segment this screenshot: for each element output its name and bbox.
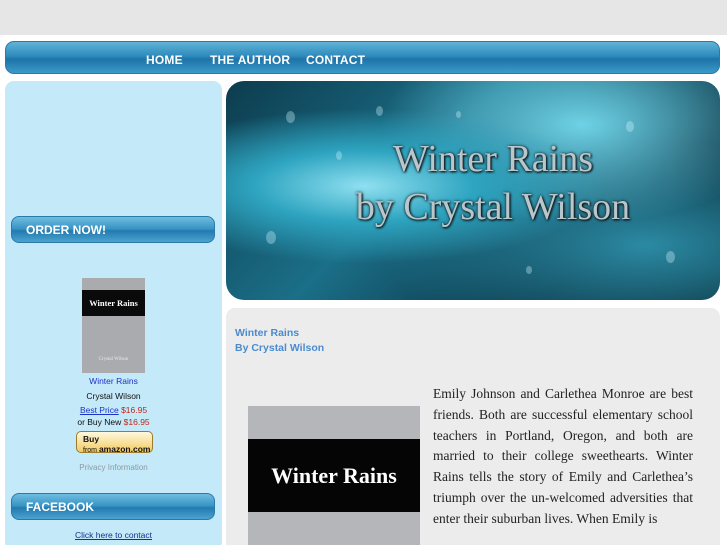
contact-link[interactable]: Click here to contact xyxy=(5,530,222,540)
amazon-button-buy: Buy xyxy=(83,434,100,444)
raindrop xyxy=(666,251,675,263)
sidebar-book-cover-title: Winter Rains xyxy=(82,290,145,316)
book-description: Emily Johnson and Carlethea Monroe are b… xyxy=(433,386,693,526)
top-navigation: HOME THE AUTHOR CONTACT xyxy=(5,41,720,74)
product-author: Crystal Wilson xyxy=(86,391,141,401)
privacy-information-link[interactable]: Privacy Information xyxy=(5,463,222,472)
order-now-header: ORDER NOW! xyxy=(11,216,215,243)
sidebar-book-cover[interactable]: Winter Rains Crystal Wilson xyxy=(82,278,145,373)
best-price-link[interactable]: Best Price xyxy=(80,405,119,415)
banner-subtitle: by Crystal Wilson xyxy=(355,186,631,228)
raindrop xyxy=(286,111,295,123)
nav-contact[interactable]: CONTACT xyxy=(306,42,365,75)
raindrop xyxy=(526,266,532,274)
main-book-cover-title: Winter Rains xyxy=(248,439,420,512)
raindrop xyxy=(376,106,383,116)
amazon-logo: amazon.com xyxy=(98,444,151,454)
sidebar-book-cover-author: Crystal Wilson xyxy=(98,357,129,362)
buy-from-amazon-button[interactable]: Buy from amazon.com xyxy=(76,431,153,454)
buy-new-price: $16.95 xyxy=(123,417,150,427)
author-heading: By Crystal Wilson xyxy=(235,342,325,354)
book-banner: Winter Rains by Crystal Wilson xyxy=(226,81,720,300)
amazon-button-from: from xyxy=(83,447,97,454)
book-heading: Winter Rains xyxy=(235,327,300,339)
nav-the-author[interactable]: THE AUTHOR xyxy=(210,42,290,75)
main-content: Winter Rains By Crystal Wilson Winter Ra… xyxy=(226,308,720,545)
buy-new-label: or Buy New xyxy=(77,417,122,427)
raindrop xyxy=(456,111,461,118)
facebook-header: FACEBOOK xyxy=(11,493,215,520)
product-title[interactable]: Winter Rains xyxy=(89,376,138,386)
raindrop xyxy=(266,231,276,244)
banner-title: Winter Rains xyxy=(392,138,594,180)
sidebar: ORDER NOW! Winter Rains Crystal Wilson W… xyxy=(5,81,222,545)
raindrop xyxy=(626,121,634,132)
best-price-row: Best Price $16.95 xyxy=(5,405,222,415)
buy-new-row: or Buy New $16.95 xyxy=(5,417,222,427)
best-price-value: $16.95 xyxy=(121,405,148,415)
product-title-link[interactable]: Winter Rains xyxy=(5,376,222,386)
nav-home[interactable]: HOME xyxy=(146,42,183,75)
main-book-cover: Winter Rains xyxy=(248,406,420,545)
